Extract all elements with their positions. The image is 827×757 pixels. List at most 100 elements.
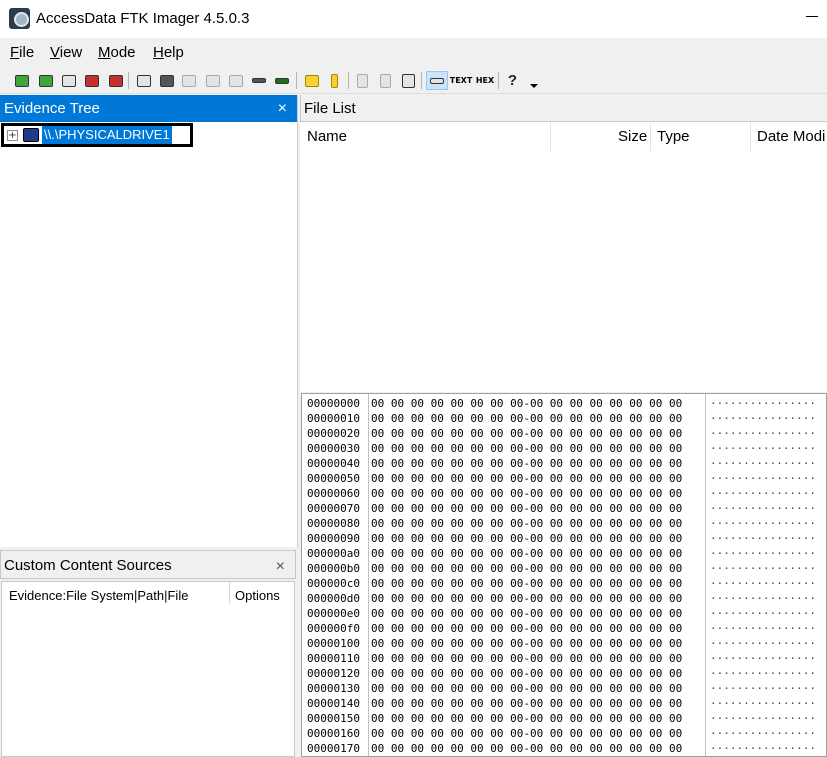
hex-row[interactable]: 00000020 00 00 00 00 00 00 00 00-00 00 00… [302,426,826,441]
column-header-size[interactable]: Size [618,123,647,151]
hex-ascii: ················ [710,397,816,410]
hex-row[interactable]: 00000120 00 00 00 00 00 00 00 00-00 00 00… [302,666,826,681]
column-header-date-modified[interactable]: Date Modi [757,123,825,151]
custom-content-panel: Custom Content Sources × Evidence:File S… [0,550,298,757]
hex-row[interactable]: 00000010 00 00 00 00 00 00 00 00-00 00 00… [302,411,826,426]
close-icon[interactable]: × [278,95,287,122]
hex-ascii: ················ [710,427,816,440]
create-disk-image-icon[interactable] [134,71,153,90]
menu-help-rest: elp [163,44,184,61]
hex-ascii: ················ [710,532,816,545]
decrypt-ad1-icon[interactable] [249,71,268,90]
hex-row[interactable]: 00000070 00 00 00 00 00 00 00 00-00 00 00… [302,501,826,516]
hex-row[interactable]: 000000f0 00 00 00 00 00 00 00 00-00 00 00… [302,621,826,636]
hex-bytes: 00 00 00 00 00 00 00 00-00 00 00 00 00 0… [371,487,683,500]
menu-mode-mnemonic: M [98,44,111,61]
hex-row[interactable]: 00000090 00 00 00 00 00 00 00 00-00 00 00… [302,531,826,546]
minimize-icon[interactable] [806,16,818,17]
help-glyph: ? [507,72,518,89]
hex-ascii: ················ [710,502,816,515]
menu-file-mnemonic: F [10,44,20,61]
menu-mode-rest: ode [110,44,136,61]
help-icon[interactable]: ? [503,71,522,90]
hex-offset: 00000070 [307,502,360,515]
auto-view-button[interactable] [426,71,448,90]
hex-row[interactable]: 000000e0 00 00 00 00 00 00 00 00-00 00 00… [302,606,826,621]
export-directory-listing-icon[interactable] [376,71,395,90]
hex-row[interactable]: 00000140 00 00 00 00 00 00 00 00-00 00 00… [302,696,826,711]
hex-row[interactable]: 000000c0 00 00 00 00 00 00 00 00-00 00 00… [302,576,826,591]
create-custom-content-image-icon[interactable] [226,71,245,90]
menu-mode[interactable]: Mode [98,44,136,61]
export-file-hash-list-icon[interactable] [353,71,372,90]
hex-row[interactable]: 00000080 00 00 00 00 00 00 00 00-00 00 00… [302,516,826,531]
hex-offset: 000000f0 [307,622,360,635]
hex-offset: 00000140 [307,697,360,710]
image-mounting-icon[interactable] [59,71,78,90]
hex-row[interactable]: 000000b0 00 00 00 00 00 00 00 00-00 00 00… [302,561,826,576]
export-logical-image-icon[interactable] [179,71,198,90]
column-divider[interactable] [550,123,551,151]
hex-bytes: 00 00 00 00 00 00 00 00-00 00 00 00 00 0… [371,727,683,740]
toolbar: TEXT HEX ? [0,67,827,94]
hex-row[interactable]: 00000130 00 00 00 00 00 00 00 00-00 00 00… [302,681,826,696]
hex-row[interactable]: 00000160 00 00 00 00 00 00 00 00-00 00 00… [302,726,826,741]
column-header-options[interactable]: Options [235,588,280,603]
hex-row[interactable]: 00000150 00 00 00 00 00 00 00 00-00 00 00… [302,711,826,726]
hex-offset: 000000d0 [307,592,360,605]
detect-efs-icon[interactable] [302,71,321,90]
hex-row[interactable]: 00000030 00 00 00 00 00 00 00 00-00 00 00… [302,441,826,456]
toolbar-overflow-icon[interactable] [530,84,538,88]
hex-row[interactable]: 00000000 00 00 00 00 00 00 00 00-00 00 00… [302,396,826,411]
expand-icon[interactable]: + [7,130,18,141]
menu-file[interactable]: File [10,44,34,61]
add-evidence-icon[interactable] [12,71,31,90]
close-icon[interactable]: × [276,552,285,581]
toolbar-separator [348,72,349,89]
remove-all-evidence-icon[interactable] [106,71,125,90]
hex-offset: 00000030 [307,442,360,455]
hex-row[interactable]: 00000110 00 00 00 00 00 00 00 00-00 00 00… [302,651,826,666]
hex-bytes: 00 00 00 00 00 00 00 00-00 00 00 00 00 0… [371,637,683,650]
column-header-name[interactable]: Name [307,123,347,151]
menu-view[interactable]: View [50,44,82,61]
column-header-evidence[interactable]: Evidence:File System|Path|File [9,588,188,603]
hex-ascii: ················ [710,412,816,425]
hex-row[interactable]: 000000d0 00 00 00 00 00 00 00 00-00 00 00… [302,591,826,606]
hex-row[interactable]: 00000170 00 00 00 00 00 00 00 00-00 00 00… [302,741,826,756]
add-to-custom-content-icon[interactable] [203,71,222,90]
app-logo-icon [9,8,30,29]
tree-item-label[interactable]: \\.\PHYSICALDRIVE1 [42,126,172,144]
custom-content-list[interactable]: Evidence:File System|Path|File Options [1,581,295,757]
hex-bytes: 00 00 00 00 00 00 00 00-00 00 00 00 00 0… [371,412,683,425]
text-view-button[interactable]: TEXT [449,71,473,90]
hex-ascii: ················ [710,607,816,620]
export-files-icon[interactable] [325,71,344,90]
title-bar: AccessData FTK Imager 4.5.0.3 [0,0,827,38]
text-view-label: TEXT [449,76,473,85]
verify-drive-image-icon[interactable] [399,71,418,90]
hex-row[interactable]: 00000040 00 00 00 00 00 00 00 00-00 00 00… [302,456,826,471]
tree-item-physicaldrive[interactable]: + \\.\PHYSICALDRIVE1 [1,123,193,147]
hex-view-button[interactable]: HEX [474,71,496,90]
hex-viewer[interactable]: 00000000 00 00 00 00 00 00 00 00-00 00 00… [301,393,827,757]
column-divider[interactable] [229,582,230,604]
column-divider[interactable] [750,123,751,151]
hex-ascii: ················ [710,697,816,710]
menu-help[interactable]: Help [153,44,184,61]
hex-row[interactable]: 00000050 00 00 00 00 00 00 00 00-00 00 00… [302,471,826,486]
hex-offset: 00000050 [307,472,360,485]
column-divider[interactable] [650,123,651,151]
column-header-type[interactable]: Type [657,123,690,151]
file-list-header: File List [300,95,827,122]
hex-ascii: ················ [710,637,816,650]
hex-row[interactable]: 00000060 00 00 00 00 00 00 00 00-00 00 00… [302,486,826,501]
custom-content-header: Custom Content Sources × [0,550,296,579]
add-all-evidence-icon[interactable] [36,71,55,90]
hex-row[interactable]: 00000100 00 00 00 00 00 00 00 00-00 00 00… [302,636,826,651]
obtain-protected-files-icon[interactable] [272,71,291,90]
export-disk-image-icon[interactable] [157,71,176,90]
hex-bytes: 00 00 00 00 00 00 00 00-00 00 00 00 00 0… [371,502,683,515]
hex-row[interactable]: 000000a0 00 00 00 00 00 00 00 00-00 00 00… [302,546,826,561]
remove-evidence-icon[interactable] [82,71,101,90]
